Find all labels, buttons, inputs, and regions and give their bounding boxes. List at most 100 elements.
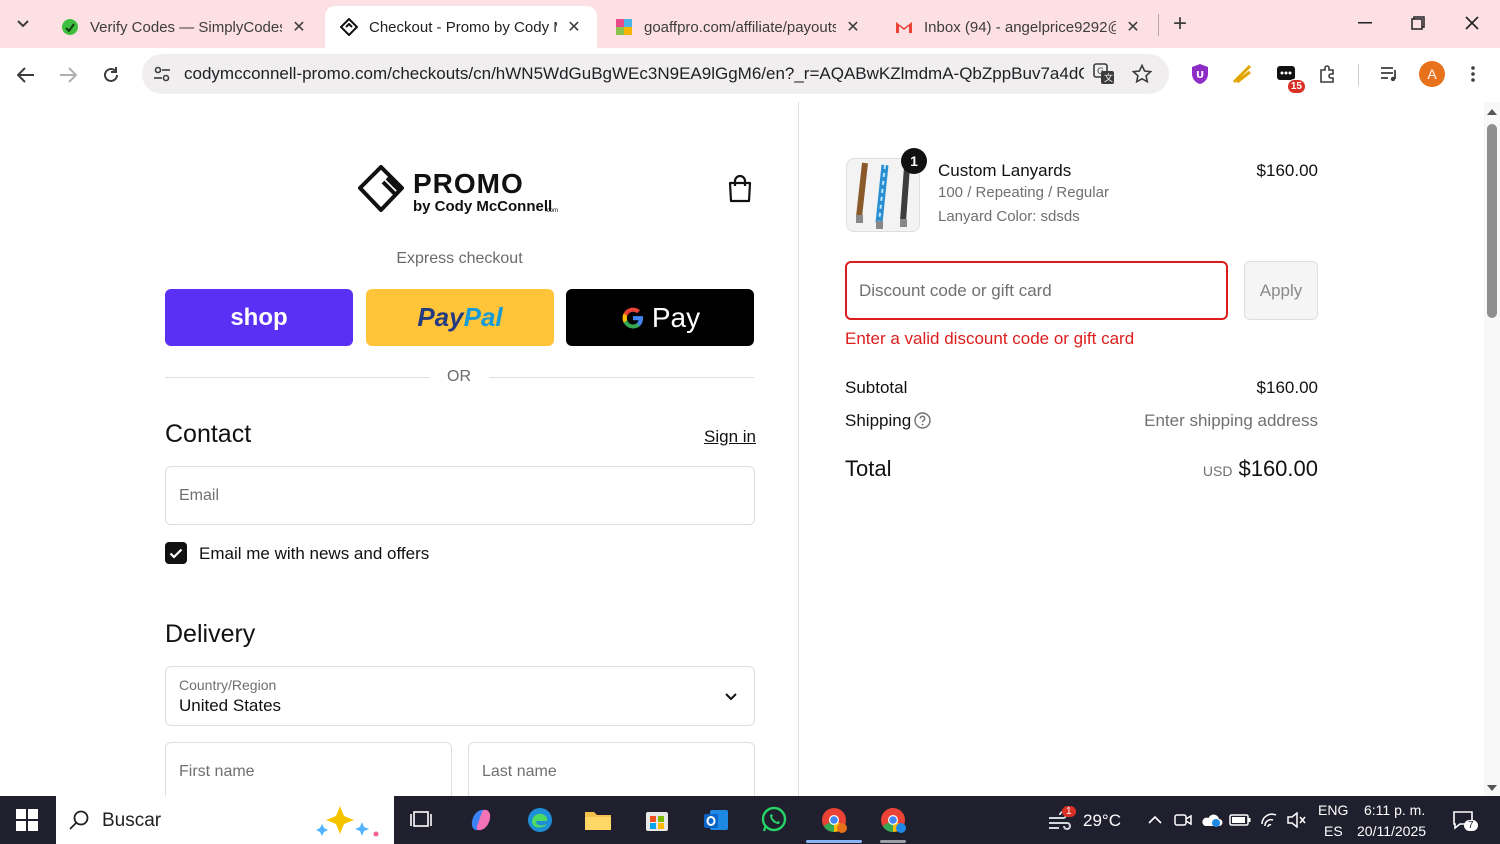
email-input[interactable] — [166, 467, 754, 524]
meet-now-icon[interactable] — [1172, 796, 1194, 844]
shipping-value: Enter shipping address — [1144, 411, 1318, 430]
search-icon — [69, 810, 89, 830]
chevron-up-icon — [1148, 816, 1162, 824]
edge-app[interactable] — [521, 802, 559, 838]
file-explorer-app[interactable] — [579, 802, 617, 838]
paypal-label-a: Pay — [417, 302, 464, 332]
first-name-input[interactable] — [166, 743, 451, 796]
close-icon[interactable]: ✕ — [290, 18, 308, 36]
store-logo[interactable]: PROMO by Cody McConnell .com — [357, 162, 567, 218]
last-name-input[interactable] — [469, 743, 754, 796]
quantity-badge: 1 — [901, 148, 927, 174]
gmail-favicon-icon — [894, 17, 914, 37]
sign-in-link[interactable]: Sign in — [704, 427, 756, 447]
lightning-extension-icon[interactable] — [1228, 60, 1256, 88]
media-controls-icon[interactable] — [1375, 60, 1403, 88]
whatsapp-app[interactable] — [755, 802, 793, 838]
site-settings-icon[interactable] — [152, 64, 172, 84]
delivery-heading: Delivery — [165, 620, 256, 648]
logo-main-text: PROMO — [413, 168, 524, 199]
windows-logo-icon — [16, 809, 38, 831]
clock-time[interactable]: 6:11 p. m. — [1364, 802, 1425, 818]
email-field[interactable] — [165, 466, 755, 525]
discount-code-field[interactable] — [845, 261, 1228, 320]
wifi-icon[interactable] — [1258, 796, 1282, 844]
product-variant: 100 / Repeating / Regular — [938, 184, 1109, 201]
task-view-button[interactable] — [402, 802, 440, 838]
tab-checkout[interactable]: Checkout - Promo by Cody McC ✕ — [325, 6, 597, 48]
task-view-icon — [410, 811, 432, 827]
microsoft-store-app[interactable] — [638, 802, 676, 838]
profile-avatar[interactable]: A — [1419, 61, 1445, 87]
checkout-page: PROMO by Cody McConnell .com Express che… — [0, 102, 1484, 796]
close-icon[interactable]: ✕ — [565, 18, 583, 36]
google-pay-button[interactable]: Pay — [566, 289, 754, 346]
first-name-field[interactable] — [165, 742, 452, 796]
page-scrollbar[interactable] — [1484, 102, 1500, 796]
windows-start-button[interactable] — [16, 809, 38, 831]
ublock-extension-icon[interactable]: U — [1186, 60, 1214, 88]
subtotal-value: $160.00 — [1256, 378, 1318, 397]
shop-pay-button[interactable]: shop — [165, 289, 353, 346]
bookmark-star-icon[interactable] — [1130, 62, 1154, 86]
close-icon[interactable]: ✕ — [1124, 18, 1142, 36]
weather-alert-badge: 1 — [1062, 806, 1076, 817]
apply-discount-button[interactable]: Apply — [1244, 261, 1318, 320]
extensions-puzzle-icon[interactable] — [1314, 60, 1342, 88]
reload-button[interactable] — [96, 60, 126, 90]
tab-strip: Verify Codes — SimplyCodes ✕ Checkout - … — [0, 0, 1500, 48]
scroll-thumb[interactable] — [1487, 124, 1497, 318]
close-window-button[interactable] — [1452, 6, 1492, 40]
news-offers-checkbox[interactable] — [165, 542, 187, 564]
translate-icon[interactable]: G文 — [1092, 62, 1116, 86]
extension-badge: 15 — [1286, 79, 1306, 94]
new-tab-button[interactable]: + — [1166, 10, 1194, 38]
checkmark-icon — [169, 548, 183, 559]
chevron-down-icon — [725, 693, 737, 701]
tab-simplycodes[interactable]: Verify Codes — SimplyCodes ✕ — [46, 6, 322, 48]
chrome-app-profile-a[interactable] — [815, 802, 853, 838]
minimize-button[interactable] — [1345, 6, 1385, 40]
chrome-app-profile-m[interactable] — [874, 802, 912, 838]
scroll-down-icon[interactable] — [1486, 782, 1498, 794]
clock-date[interactable]: 20/11/2025 — [1357, 823, 1426, 839]
copilot-app[interactable] — [462, 802, 500, 838]
discount-code-input[interactable] — [847, 263, 1226, 318]
language-bottom[interactable]: ES — [1324, 823, 1343, 839]
taskbar-search-box[interactable]: Buscar — [56, 796, 394, 844]
simplycodes-favicon-icon — [60, 17, 80, 37]
last-name-field[interactable] — [468, 742, 755, 796]
cart-bag-button[interactable] — [726, 174, 754, 204]
country-region-select[interactable]: Country/Region United States — [165, 666, 755, 726]
language-top[interactable]: ENG — [1318, 802, 1348, 818]
temperature-text[interactable]: 29°C — [1083, 811, 1121, 831]
outlook-app[interactable] — [697, 802, 735, 838]
battery-icon[interactable] — [1228, 796, 1252, 844]
address-bar[interactable]: codymcconnell-promo.com/checkouts/cn/hWN… — [142, 54, 1169, 94]
url-text[interactable]: codymcconnell-promo.com/checkouts/cn/hWN… — [184, 64, 1084, 84]
onedrive-icon[interactable] — [1198, 796, 1224, 844]
whatsapp-icon — [761, 806, 787, 832]
tab-goaffpro[interactable]: goaffpro.com/affiliate/payouts ✕ — [600, 6, 876, 48]
volume-muted-icon[interactable] — [1284, 796, 1308, 844]
browser-menu-icon[interactable] — [1459, 60, 1487, 88]
show-hidden-icons-button[interactable] — [1144, 796, 1166, 844]
paypal-button[interactable]: Pay Pal — [366, 289, 554, 346]
weather-widget[interactable]: 1 — [1040, 796, 1080, 844]
close-icon[interactable]: ✕ — [844, 18, 862, 36]
sparkle-icon — [316, 806, 379, 837]
forward-button[interactable] — [53, 60, 83, 90]
notifications-button[interactable]: 7 — [1448, 796, 1478, 844]
chat-extension-icon[interactable]: 15 — [1272, 60, 1306, 94]
store-icon — [646, 812, 668, 831]
help-circle-icon[interactable] — [914, 412, 931, 429]
country-region-value: United States — [179, 696, 282, 715]
tab-gmail[interactable]: Inbox (94) - angelprice9292@gm ✕ — [880, 6, 1156, 48]
shop-pay-label: shop — [230, 303, 288, 331]
back-button[interactable] — [11, 60, 41, 90]
scroll-up-icon[interactable] — [1486, 106, 1498, 118]
total-label: Total — [845, 456, 892, 481]
tab-search-button[interactable] — [8, 10, 38, 38]
restore-button[interactable] — [1398, 6, 1438, 40]
news-offers-label: Email me with news and offers — [199, 544, 430, 563]
